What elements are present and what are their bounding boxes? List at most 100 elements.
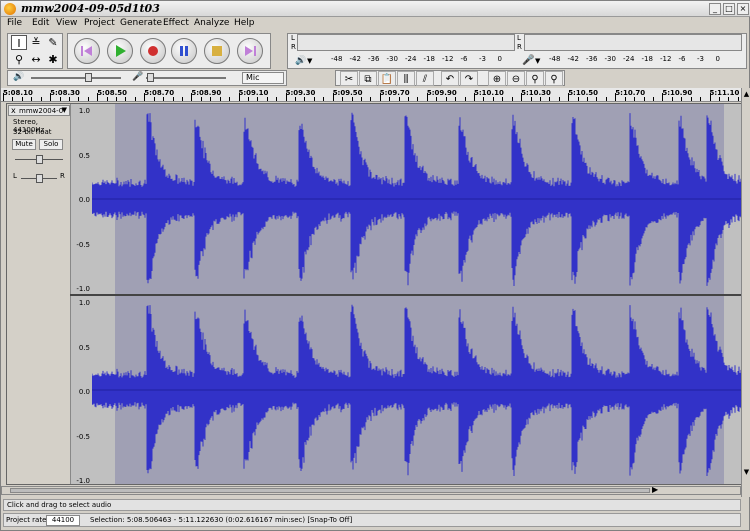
menu-help[interactable]: Help — [234, 18, 255, 28]
ruler-tick — [31, 97, 33, 101]
ruler-tick — [3, 93, 4, 101]
rec-meter-right-label: R — [517, 43, 522, 51]
zoom-out-icon[interactable]: ⊖ — [507, 71, 525, 86]
skip-start-button[interactable] — [74, 38, 100, 64]
ruler-tick — [634, 97, 636, 101]
y-axis-label: -0.5 — [76, 432, 90, 441]
paste-icon[interactable]: 📋 — [378, 71, 396, 86]
ruler-tick — [464, 97, 466, 101]
pan-slider-thumb[interactable] — [36, 174, 43, 183]
audacity-window: mmw2004-09-05d1t03 _ □ × File Edit View … — [0, 0, 750, 531]
menu-analyze[interactable]: Analyze — [194, 18, 229, 28]
copy-icon[interactable]: ⧉ — [359, 71, 377, 86]
meter-scale-tick: -42 — [349, 55, 361, 63]
maximize-icon[interactable]: □ — [723, 3, 735, 15]
cut-icon[interactable]: ✂ — [340, 71, 358, 86]
menu-project[interactable]: Project — [84, 18, 115, 28]
waveform-left-channel[interactable] — [92, 104, 742, 294]
waveform-right-channel[interactable] — [92, 296, 742, 484]
track-title-bar[interactable]: x mmw2004-0 ▼ — [8, 105, 70, 116]
scroll-up-icon[interactable]: ▲ — [743, 90, 750, 100]
solo-button[interactable]: Solo — [39, 139, 63, 150]
ruler-tick — [40, 97, 42, 101]
ruler-tick — [163, 97, 165, 101]
skip-end-button[interactable] — [237, 38, 263, 64]
draw-tool-icon[interactable]: ✎ — [45, 35, 61, 50]
meter-scale-tick: -42 — [567, 55, 579, 63]
ruler-tick — [690, 97, 692, 101]
scroll-down-icon[interactable]: ▼ — [743, 468, 750, 478]
menu-generate[interactable]: Generate — [120, 18, 162, 28]
timeline-ruler[interactable]: 5:08.10 5:08.30 5:08.50 5:08.70 5:08.90 5:09.… — [1, 88, 741, 102]
track-close-button[interactable]: x — [11, 106, 16, 115]
play-button[interactable] — [107, 38, 133, 64]
zoom-tool-icon[interactable]: ⚲ — [11, 52, 27, 67]
zoom-in-icon[interactable]: ⊕ — [488, 71, 506, 86]
menu-file[interactable]: File — [7, 18, 22, 28]
fit-selection-icon[interactable]: ⚲ — [526, 71, 544, 86]
close-icon[interactable]: × — [737, 3, 749, 15]
speaker-icon[interactable]: 🔊 — [295, 56, 306, 66]
multi-tool-icon[interactable]: ✱ — [45, 52, 61, 67]
input-volume-thumb[interactable] — [147, 73, 154, 82]
timeshift-tool-icon[interactable]: ↔ — [28, 52, 44, 67]
track-name[interactable]: mmw2004-0 — [19, 107, 63, 115]
meter-scale-tick: -12 — [660, 55, 672, 63]
input-volume-slider[interactable] — [146, 77, 226, 79]
redo-icon[interactable]: ↷ — [460, 71, 478, 86]
mute-button[interactable]: Mute — [12, 139, 36, 150]
gain-slider-thumb[interactable] — [36, 155, 43, 164]
recording-meter[interactable] — [524, 34, 742, 51]
ruler-label: 5:09.70 — [379, 89, 410, 97]
output-volume-slider[interactable] — [31, 77, 121, 79]
ruler-label: 5:08.10 — [3, 89, 33, 97]
envelope-tool-icon[interactable]: ≚ — [28, 35, 44, 50]
ruler-tick — [313, 97, 315, 101]
ruler-tick — [389, 97, 391, 101]
ruler-tick — [172, 97, 174, 101]
project-rate-field[interactable]: 44100 — [46, 515, 80, 526]
menu-effect[interactable]: Effect — [163, 18, 189, 28]
stop-button[interactable] — [204, 38, 230, 64]
scroll-right-icon[interactable]: ▶ — [652, 485, 658, 494]
ruler-tick — [417, 97, 419, 101]
menu-edit[interactable]: Edit — [32, 18, 49, 28]
silence-icon[interactable]: ⫽ — [416, 71, 434, 86]
ruler-tick — [106, 97, 108, 101]
audio-track: x mmw2004-0 ▼ Stereo, 44100Hz 32-bit flo… — [6, 103, 742, 485]
ruler-label: 5:10.90 — [662, 89, 693, 97]
playback-meter[interactable] — [297, 34, 515, 51]
ruler-tick — [718, 97, 720, 101]
playback-meter-dropdown-icon[interactable]: ▼ — [307, 57, 312, 65]
ruler-tick — [247, 97, 249, 101]
horizontal-scrollbar[interactable]: ▶ — [1, 485, 741, 495]
y-axis-label: 1.0 — [78, 107, 90, 115]
ruler-tick — [153, 97, 155, 101]
pause-button[interactable] — [171, 38, 197, 64]
ruler-tick — [737, 97, 739, 101]
ruler-tick — [219, 97, 221, 101]
ruler-tick — [596, 97, 598, 101]
ruler-tick — [445, 97, 447, 101]
record-button[interactable] — [140, 38, 166, 64]
meter-scale-tick: -3 — [697, 55, 704, 63]
meter-scale-tick: -36 — [586, 55, 598, 63]
ruler-tick — [728, 97, 730, 101]
selection-tool-icon[interactable]: I — [11, 35, 27, 50]
y-axis-label: 0.5 — [78, 151, 90, 160]
input-source-select[interactable]: Mic — [242, 72, 284, 84]
ruler-tick — [700, 97, 701, 101]
track-menu-dropdown-icon[interactable]: ▼ — [62, 106, 67, 114]
horizontal-scroll-thumb[interactable] — [10, 488, 650, 493]
ruler-tick — [652, 97, 654, 101]
ruler-tick — [681, 97, 683, 101]
trim-icon[interactable]: ⫼ — [397, 71, 415, 86]
minimize-icon[interactable]: _ — [709, 3, 721, 15]
vertical-scrollbar[interactable]: ▼ ▲ — [741, 88, 750, 497]
menu-view[interactable]: View — [56, 18, 77, 28]
meter-scale-tick: -6 — [460, 55, 468, 63]
undo-icon[interactable]: ↶ — [441, 71, 459, 86]
output-volume-thumb[interactable] — [85, 73, 92, 82]
ruler-label: 5:08.70 — [144, 89, 175, 97]
fit-project-icon[interactable]: ⚲ — [545, 71, 563, 86]
